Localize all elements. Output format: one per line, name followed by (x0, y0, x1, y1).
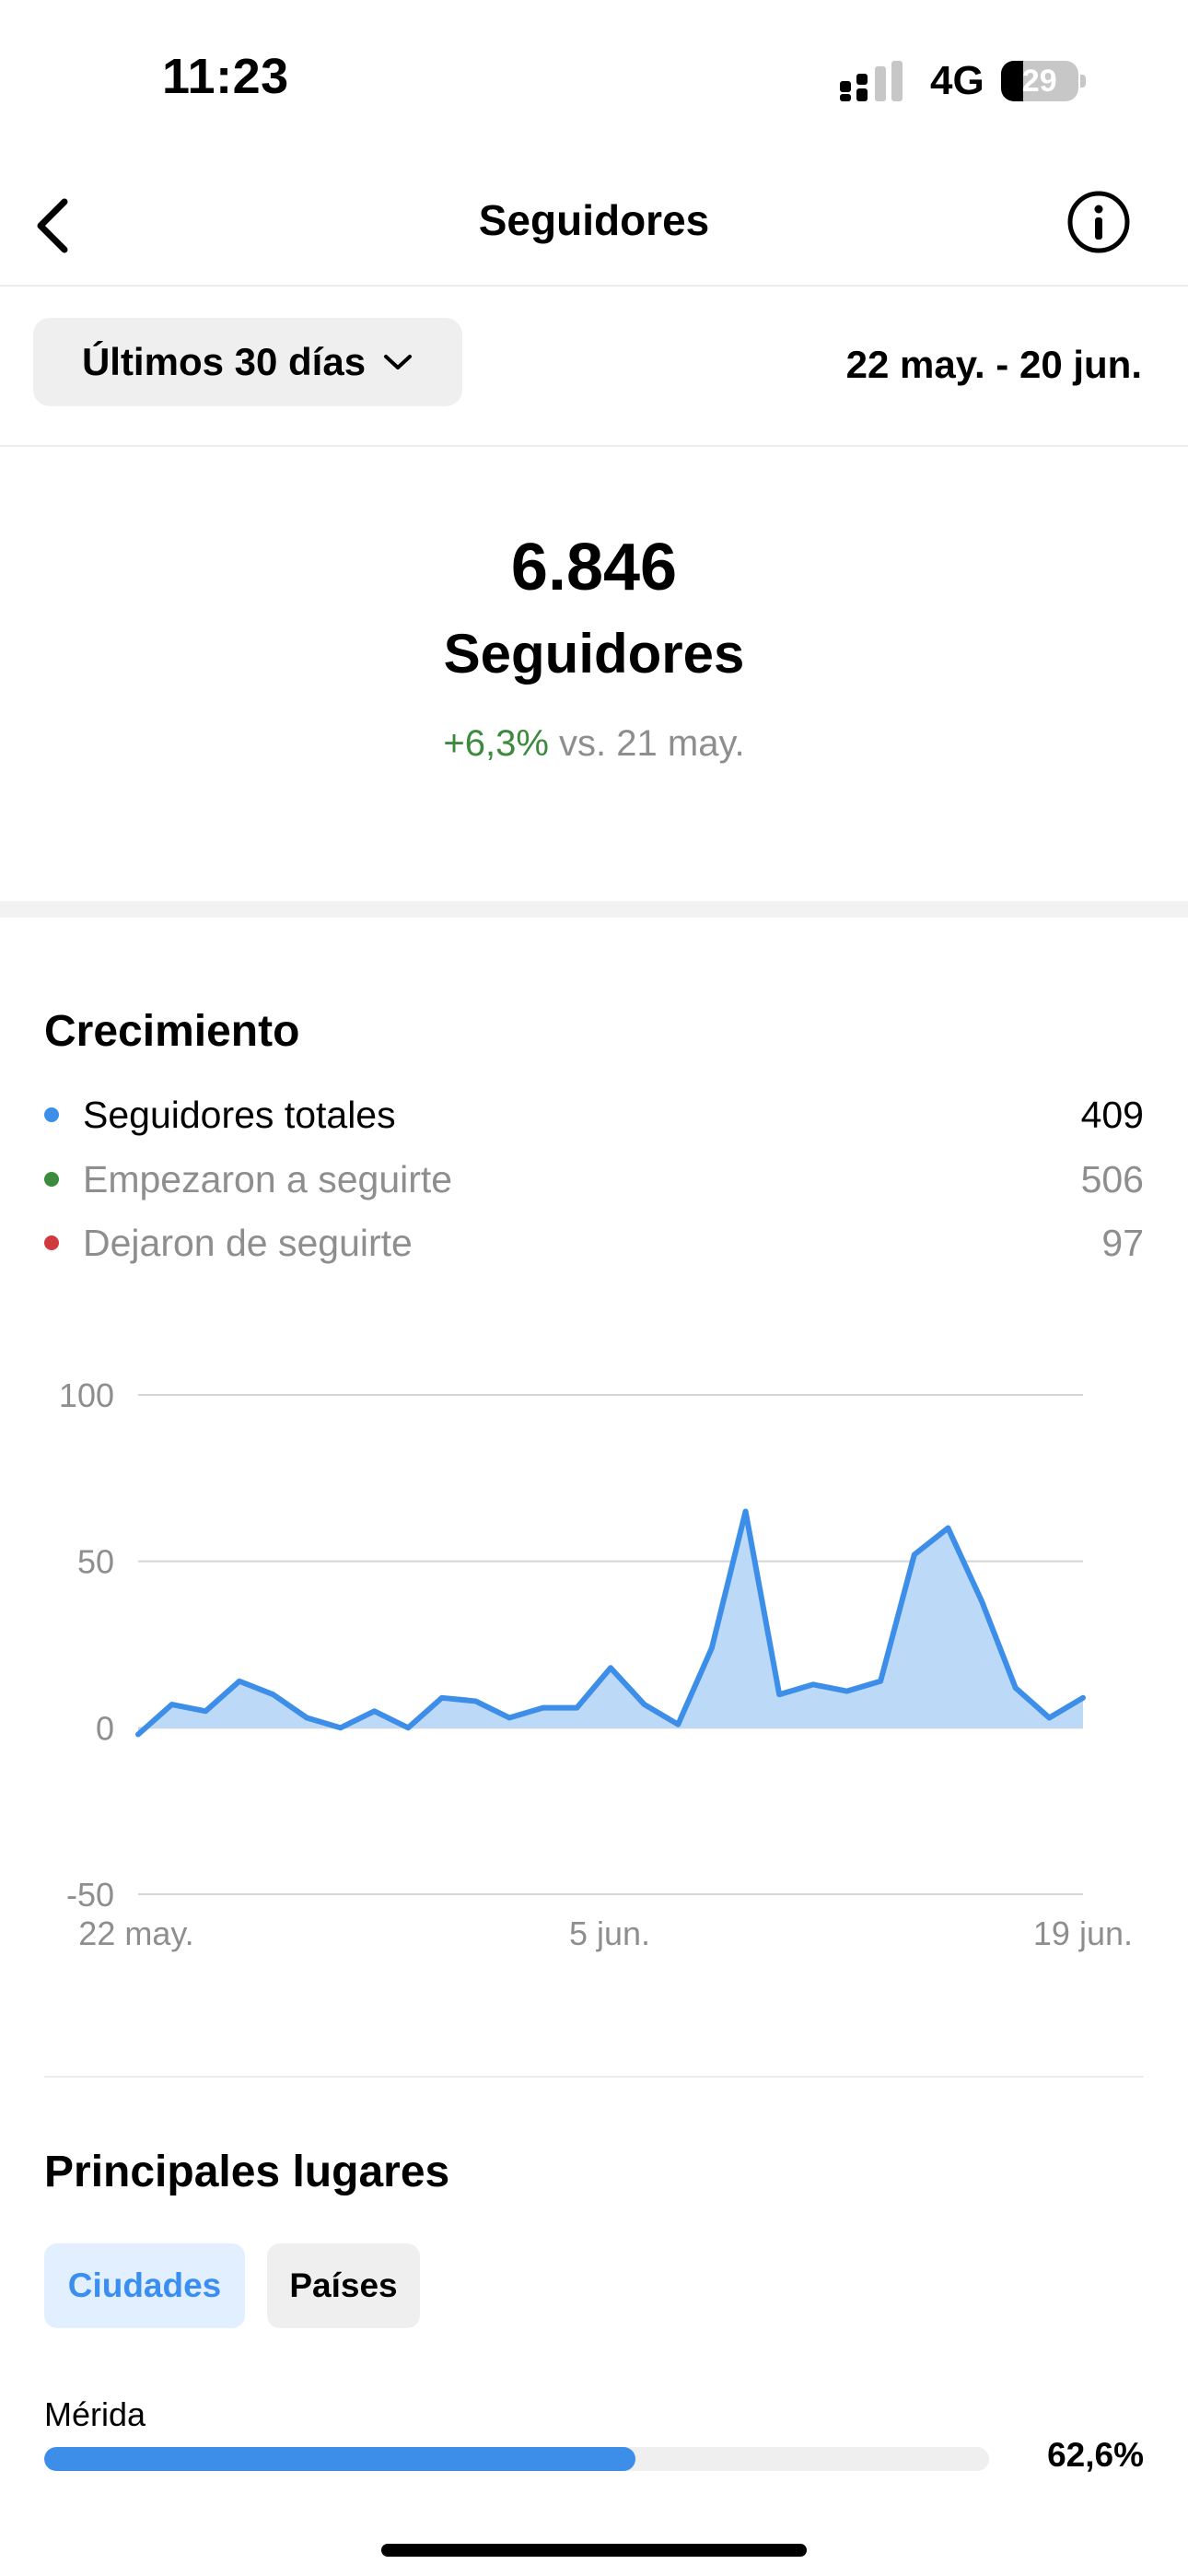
data-point (913, 1552, 916, 1556)
change-percent: +6,3% (443, 723, 549, 764)
network-type: 4G (930, 58, 984, 103)
status-time: 11:23 (162, 49, 289, 104)
city-bar (44, 2447, 989, 2471)
data-point (406, 1726, 410, 1729)
city-bar-fill (44, 2447, 636, 2471)
data-point (204, 1709, 207, 1713)
growth-title: Crecimiento (44, 1007, 300, 1056)
legend-item-started: Empezaron a seguirte 506 (44, 1152, 1144, 1207)
data-point (710, 1646, 714, 1650)
data-point (373, 1709, 376, 1713)
legend-dot (44, 1172, 59, 1187)
data-point (339, 1726, 343, 1729)
data-point (170, 1703, 174, 1706)
y-tick-label: -50 (66, 1876, 114, 1914)
section-separator (0, 901, 1188, 918)
tab-countries[interactable]: Países (267, 2243, 420, 2328)
x-tick-label: 22 may. (78, 1914, 193, 1952)
period-label: Últimos 30 días (81, 340, 367, 383)
legend-label: Seguidores totales (83, 1093, 396, 1136)
chevron-down-icon (384, 355, 413, 369)
home-indicator[interactable] (381, 2544, 807, 2557)
page-title: Seguidores (478, 196, 710, 244)
x-tick-label: 5 jun. (569, 1914, 650, 1952)
city-name: Mérida (44, 2395, 146, 2433)
data-point (946, 1527, 949, 1530)
x-tick-label: 19 jun. (1033, 1914, 1133, 1952)
data-point (643, 1703, 646, 1706)
y-tick-label: 0 (96, 1709, 114, 1747)
data-point (980, 1599, 984, 1603)
date-range: 22 may. - 20 jun. (845, 343, 1142, 386)
chart-divider (44, 2076, 1144, 2078)
period-dropdown[interactable]: Últimos 30 días (33, 318, 462, 406)
data-point (238, 1680, 241, 1683)
legend-label: Empezaron a seguirte (83, 1157, 453, 1200)
data-point (609, 1666, 612, 1669)
data-point (676, 1723, 680, 1727)
filters-divider (0, 445, 1188, 447)
battery-level: 29 (1021, 64, 1057, 99)
header-divider (0, 285, 1188, 287)
data-point (1014, 1686, 1018, 1690)
battery-icon: 29 (1000, 61, 1086, 101)
data-point (744, 1509, 748, 1513)
legend-item-stopped: Dejaron de seguirte 97 (44, 1215, 1144, 1270)
legend-dot (44, 1107, 59, 1122)
change-suffix: vs. 21 may. (548, 723, 745, 764)
data-point (305, 1715, 309, 1719)
data-point (136, 1733, 140, 1737)
growth-chart: 100 50 0 -5022 may. 5 jun. 19 jun. (59, 1376, 1133, 1952)
data-point (272, 1692, 275, 1696)
city-percent: 62,6% (1047, 2436, 1144, 2474)
data-point (542, 1706, 545, 1710)
data-point (473, 1699, 477, 1703)
legend-item-total: Seguidores totales 409 (44, 1087, 1144, 1142)
legend-dot (44, 1235, 59, 1250)
data-point (879, 1680, 882, 1683)
status-indicators: 4G 29 (838, 55, 1086, 107)
legend-value: 409 (1080, 1093, 1144, 1136)
data-point (440, 1696, 444, 1700)
data-point (845, 1690, 848, 1693)
followers-count: 6.846 (510, 531, 678, 604)
y-tick-label: 50 (77, 1543, 114, 1581)
legend-value: 506 (1080, 1157, 1144, 1200)
data-point (1081, 1696, 1085, 1700)
info-icon[interactable] (1066, 190, 1131, 254)
followers-change: +6,3% vs. 21 may. (0, 723, 1188, 765)
data-point (507, 1715, 511, 1719)
y-tick-label: 100 (59, 1376, 114, 1414)
data-point (1047, 1715, 1051, 1719)
cellular-signal-icon (840, 61, 903, 101)
legend-label: Dejaron de seguirte (83, 1221, 413, 1264)
data-point (575, 1706, 578, 1710)
data-point (777, 1692, 781, 1696)
followers-label: Seguidores (443, 623, 745, 685)
data-point (811, 1682, 815, 1686)
legend-value: 97 (1101, 1221, 1144, 1264)
tab-cities[interactable]: Ciudades (44, 2243, 245, 2328)
places-title: Principales lugares (44, 2148, 450, 2196)
